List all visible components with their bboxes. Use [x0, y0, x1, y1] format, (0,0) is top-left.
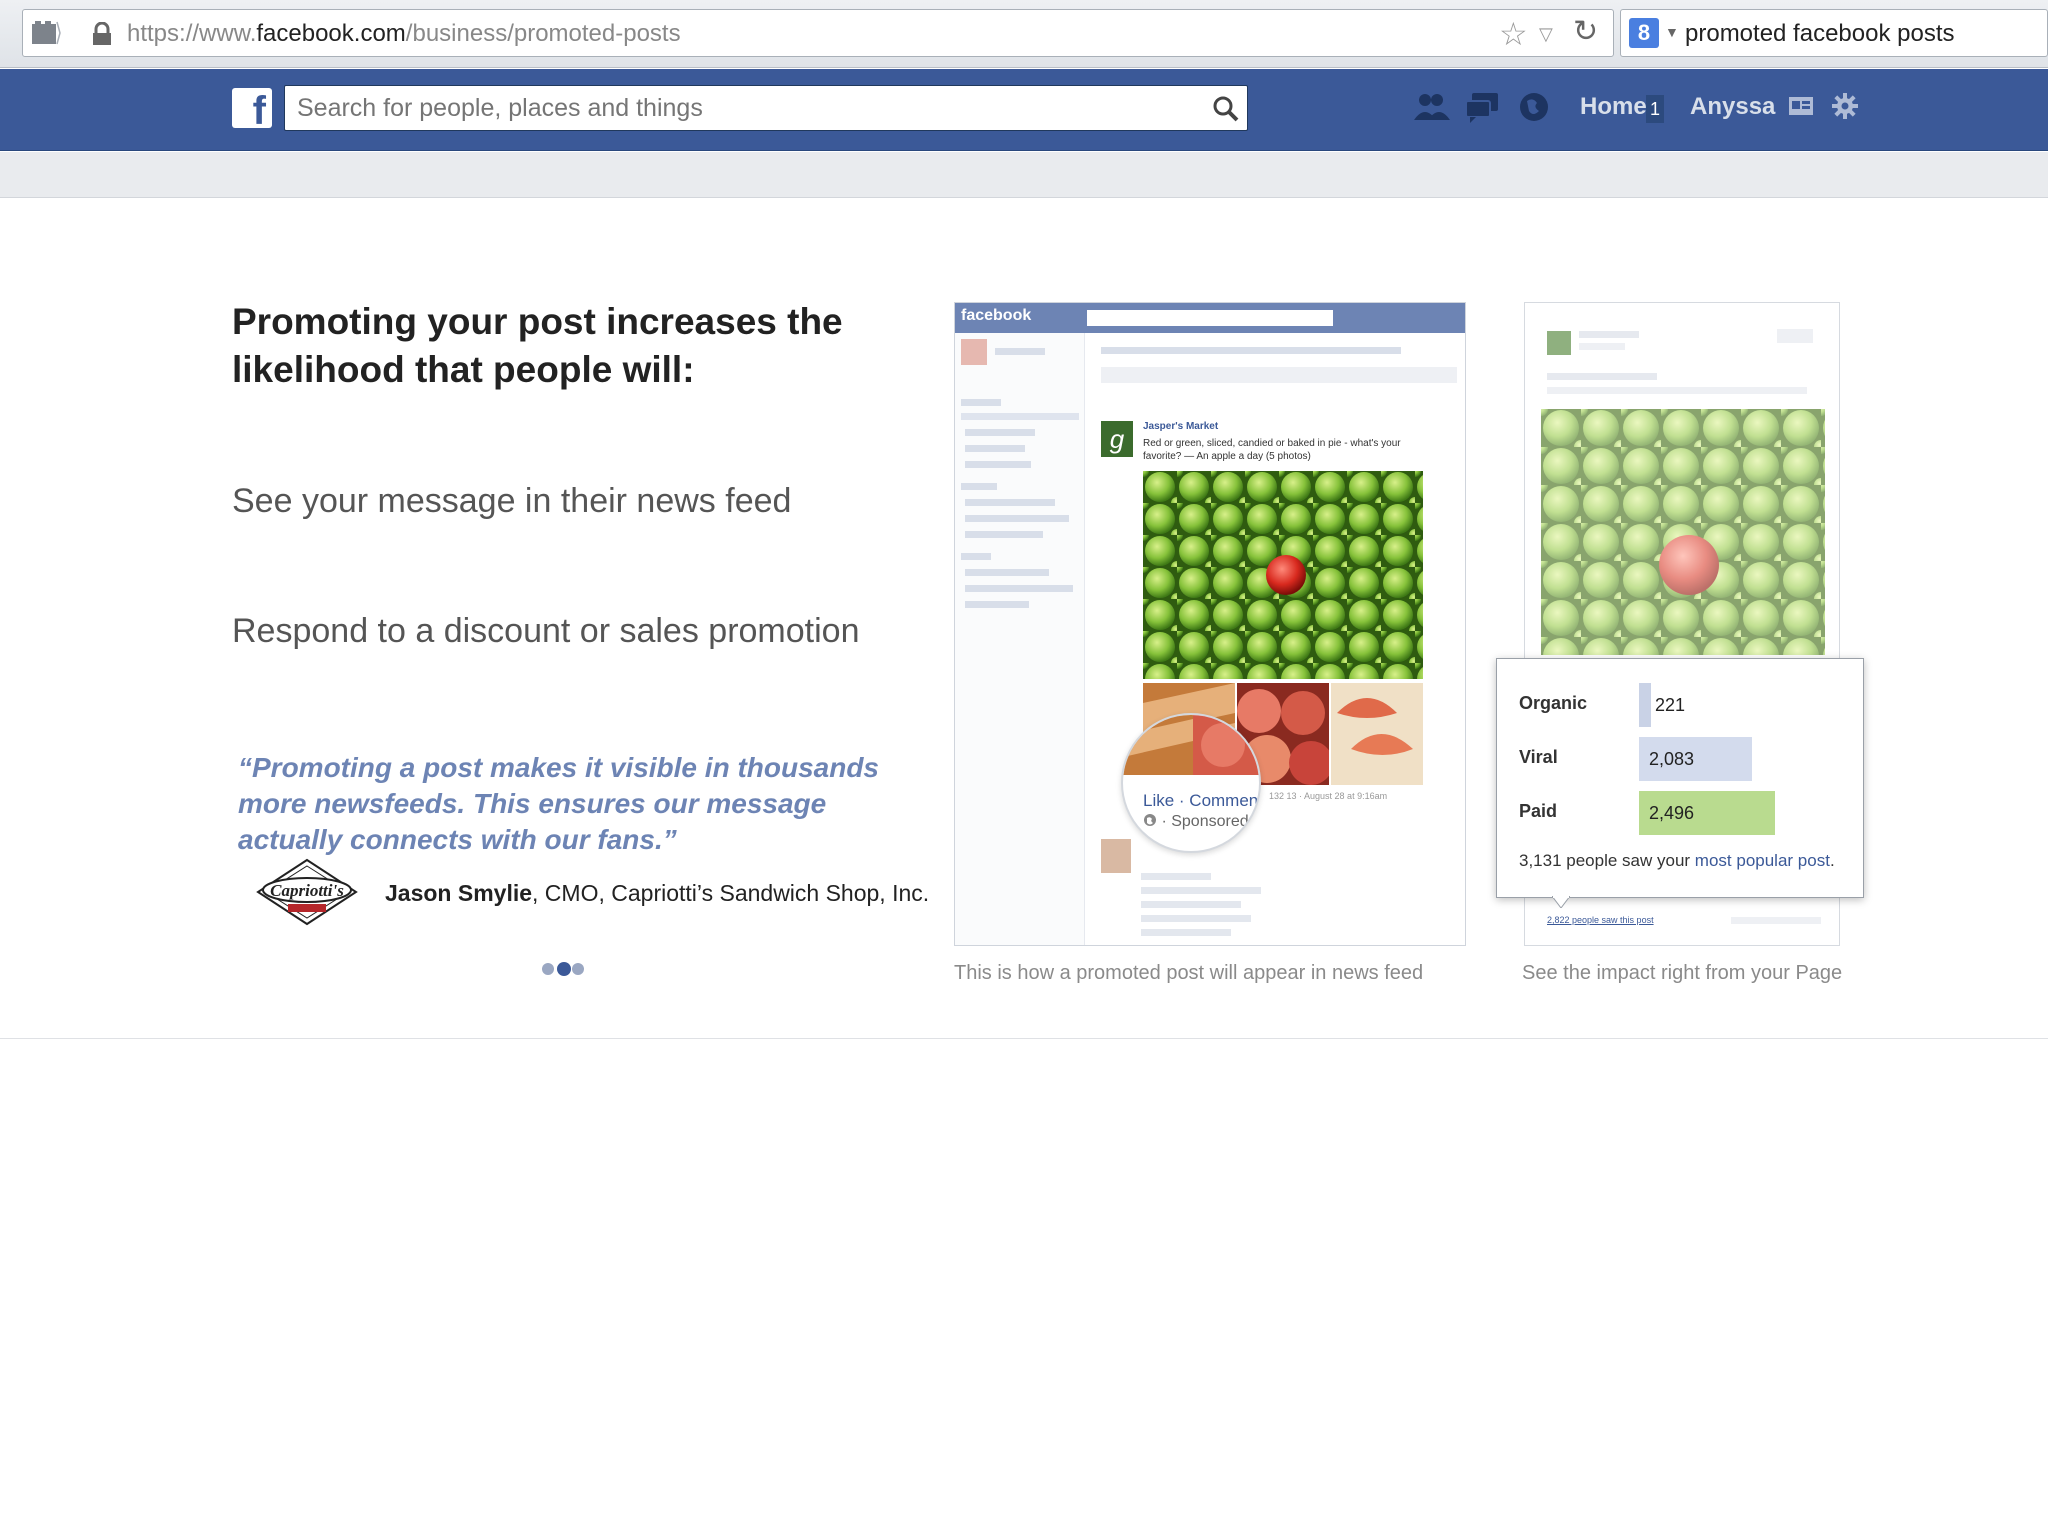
profile-link[interactable]: Anyssa [1690, 93, 1775, 121]
carousel-dots[interactable] [542, 960, 586, 976]
summary-suffix: . [1829, 851, 1835, 870]
insights-preview-caption: See the impact right from your Page [1522, 962, 1843, 984]
preview-page-name: Jasper's Market [1143, 421, 1219, 432]
author-title: , CMO, Capriotti’s Sandwich Shop, Inc. [532, 880, 930, 906]
url-text[interactable]: https://www.facebook.com/business/promot… [127, 20, 681, 48]
preview-facebook-logo: facebook [961, 307, 1032, 324]
sponsored-magnifier: Like · Comment · Sponsored [1121, 713, 1261, 853]
magnified-photo [1123, 715, 1259, 775]
carousel-dot[interactable] [557, 962, 571, 976]
privacy-shortcuts-icon[interactable] [1786, 91, 1816, 121]
browser-toolbar: https://www.facebook.com/business/promot… [0, 0, 2048, 68]
page-subheader-strip [0, 152, 2048, 198]
stat-value-organic: 221 [1655, 695, 1686, 715]
search-engine-icon[interactable]: 8 [1629, 18, 1659, 48]
popup-pointer [1552, 896, 1570, 908]
commenter-avatar [1101, 839, 1131, 873]
url-dropdown-icon[interactable]: ▽ [1539, 24, 1553, 45]
stat-value-paid: 2,496 [1649, 803, 1695, 823]
carousel-dot[interactable] [542, 963, 554, 975]
people-saw-post-link: 2,822 people saw this post [1547, 915, 1654, 925]
sponsored-label: · Sponsored [1143, 813, 1249, 831]
testimonial-author: Jason Smylie, CMO, Capriotti’s Sandwich … [385, 880, 929, 907]
preview-post-meta: 132 13 · August 28 at 9:16am [1269, 791, 1388, 801]
testimonial-quote: “Promoting a post makes it visible in th… [238, 752, 880, 855]
facebook-search[interactable] [284, 85, 1248, 131]
search-icon[interactable] [1211, 94, 1241, 124]
stat-value-viral: 2,083 [1649, 749, 1695, 769]
engine-dropdown-icon[interactable]: ▼ [1665, 24, 1679, 40]
most-popular-post-link: most popular post [1694, 851, 1830, 870]
facebook-search-input[interactable] [297, 92, 1197, 124]
stat-label-paid: Paid [1519, 801, 1558, 821]
newsfeed-preview: facebook g Jasper's Market Red or green,… [954, 302, 1466, 946]
facebook-logo-icon[interactable]: f [232, 88, 272, 128]
browser-search-box[interactable]: 8 ▼ promoted facebook posts [1620, 9, 2048, 57]
capriottis-logo: Capriotti's [256, 858, 358, 926]
page-headline: Promoting your post increases the likeli… [232, 301, 843, 390]
newsfeed-preview-caption: This is how a promoted post will appear … [954, 962, 1424, 984]
apple-slices-photo [1331, 683, 1423, 785]
preview-user-avatar [961, 339, 987, 365]
home-count-badge: 1 [1646, 95, 1664, 123]
carousel-dot[interactable] [572, 963, 584, 975]
stat-label-organic: Organic [1519, 693, 1588, 713]
browser-search-query[interactable]: promoted facebook posts [1685, 20, 1955, 48]
benefit-promotion: Respond to a discount or sales promotion [232, 612, 860, 650]
faded-apples-photo [1541, 409, 1825, 655]
preview-sidebar [955, 333, 1085, 945]
summary-prefix: 3,131 people saw your [1519, 851, 1695, 870]
preview-post-text: Red or green, sliced, candied or baked i… [1143, 438, 1401, 462]
notifications-globe-icon[interactable] [1514, 87, 1554, 127]
bookmark-star-icon[interactable]: ☆ [1499, 18, 1528, 50]
benefit-news-feed: See your message in their news feed [232, 482, 792, 520]
reload-icon[interactable]: ↻ [1573, 16, 1598, 48]
author-name: Jason Smylie [385, 880, 533, 906]
globe-icon [1144, 814, 1156, 826]
jaspers-market-logo: g [1101, 421, 1133, 457]
content-divider [0, 1038, 2048, 1039]
preview-search-field [1087, 310, 1333, 326]
url-path: /business/promoted-posts [405, 20, 681, 47]
address-bar[interactable]: https://www.facebook.com/business/promot… [22, 9, 1614, 57]
facebook-top-bar: f Home 1 Anyssa [0, 69, 2048, 151]
preview-page-logo [1547, 331, 1571, 355]
friend-requests-icon[interactable] [1410, 87, 1450, 127]
like-comment-links: Like · Comment [1143, 791, 1261, 810]
lock-icon [93, 22, 111, 45]
gear-icon[interactable] [1830, 91, 1860, 121]
stat-label-viral: Viral [1519, 747, 1558, 767]
reach-summary: 3,131 people saw your most popular post. [1519, 851, 1835, 871]
messages-icon[interactable] [1462, 87, 1502, 127]
green-apples-photo [1143, 471, 1423, 679]
url-prefix: https://www. [127, 20, 257, 47]
url-domain: facebook.com [256, 20, 406, 47]
apps-icon[interactable] [31, 20, 61, 46]
sponsored-text: · Sponsored [1161, 813, 1249, 830]
preview-facebook-header: facebook [955, 303, 1465, 333]
svg-text:Capriotti's: Capriotti's [270, 881, 344, 900]
home-link[interactable]: Home [1580, 93, 1647, 121]
reach-stats-popup: Organic 221 Viral 2,083 Paid 2,496 3,131 peop… [1496, 658, 1864, 898]
stat-bar-organic [1639, 683, 1651, 727]
